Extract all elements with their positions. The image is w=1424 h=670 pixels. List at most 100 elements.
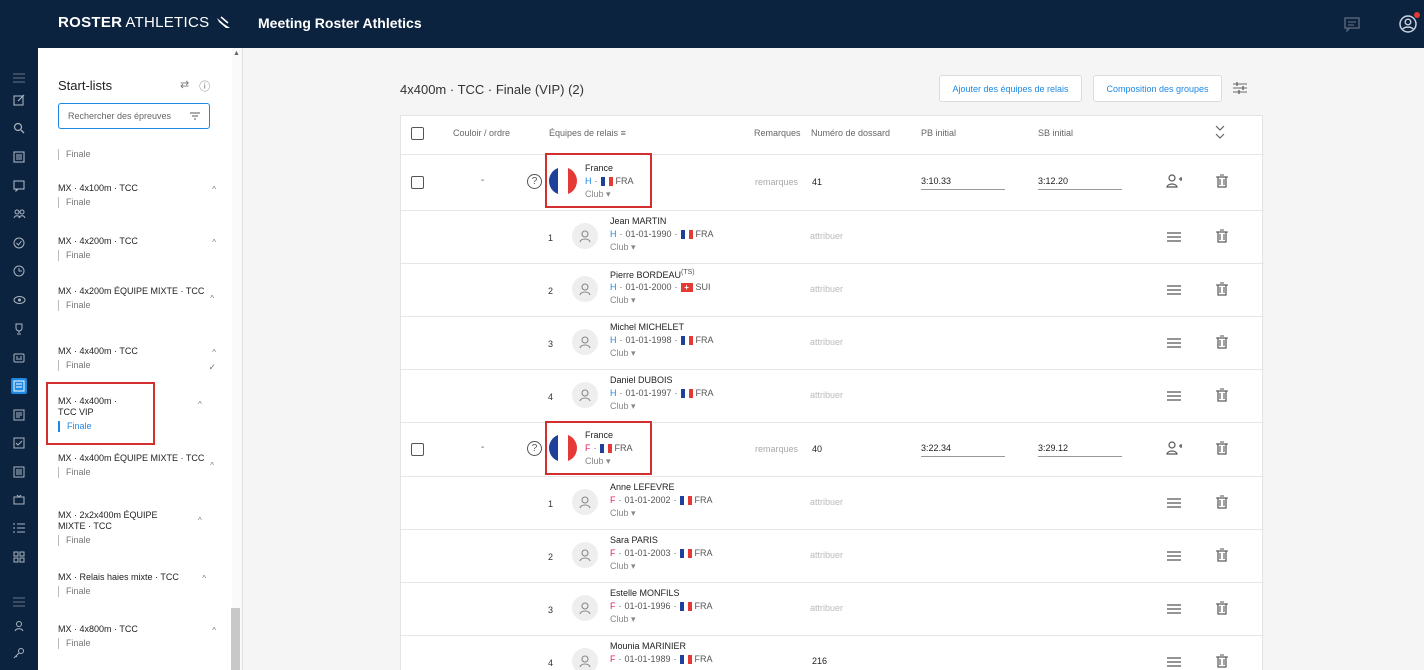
group-composition-button[interactable]: Composition des groupes xyxy=(1093,75,1222,102)
app-logo[interactable]: ROSTER ATHLETICS xyxy=(58,14,232,31)
menu-icon[interactable] xyxy=(11,70,27,86)
event-item[interactable]: MX · 4x400m ÉQUIPE MIXTE · TCC Finale ^ xyxy=(58,453,214,478)
delete-icon[interactable] xyxy=(1214,547,1230,563)
pb-input[interactable]: 3:10.33 xyxy=(921,176,1005,190)
athlete-name[interactable]: Pierre BORDEAU(TS) xyxy=(610,269,695,280)
club-dropdown[interactable]: Club ▾ xyxy=(610,242,636,253)
athlete-name[interactable]: Anne LEFEVRE xyxy=(610,482,675,492)
pb-input[interactable]: 3:22.34 xyxy=(921,443,1005,457)
assign-bib-input[interactable]: attribuer xyxy=(810,337,843,347)
athlete-order[interactable]: 3 xyxy=(548,605,553,615)
delete-icon[interactable] xyxy=(1214,334,1230,350)
club-dropdown[interactable]: Club ▾ xyxy=(610,295,636,306)
event-item[interactable]: MX · 4x400m · TCC Finale ^ ✓ xyxy=(58,346,218,372)
athlete-order[interactable]: 4 xyxy=(548,658,553,668)
chevron-up-icon[interactable]: ^ xyxy=(210,461,214,470)
drag-handle-icon[interactable] xyxy=(1166,601,1182,617)
team-checkbox[interactable] xyxy=(411,176,424,189)
chevron-up-icon[interactable]: ^ xyxy=(210,294,214,303)
club-dropdown[interactable]: Club ▾ xyxy=(610,508,636,519)
event-round[interactable]: Finale xyxy=(58,197,218,208)
comment-icon[interactable] xyxy=(11,178,27,194)
athlete-order[interactable]: 2 xyxy=(548,552,553,562)
event-name[interactable]: MX · 4x200m ÉQUIPE MIXTE · TCC xyxy=(58,286,208,297)
delete-icon[interactable] xyxy=(1214,653,1230,669)
event-item[interactable]: MX · 4x200m · TCC Finale ^ xyxy=(58,236,218,261)
event-name[interactable]: MX · Relais haies mixte · TCC xyxy=(58,572,218,583)
event-round[interactable]: Finale xyxy=(58,535,178,546)
athlete-name[interactable]: Jean MARTIN xyxy=(610,216,666,226)
trophy-icon[interactable] xyxy=(11,321,27,337)
event-search-input[interactable]: Rechercher des épreuves xyxy=(58,103,210,129)
sb-input[interactable]: 3:12.20 xyxy=(1038,176,1122,190)
info-icon[interactable]: ⓘ xyxy=(199,78,210,94)
check-circle-icon[interactable] xyxy=(11,235,27,251)
account-icon[interactable] xyxy=(1396,12,1420,36)
athlete-name[interactable]: Estelle MONFILS xyxy=(610,588,680,598)
drag-handle-icon[interactable] xyxy=(1166,388,1182,404)
chevron-up-icon[interactable]: ^ xyxy=(212,348,216,357)
drag-handle-icon[interactable] xyxy=(1166,495,1182,511)
athlete-name[interactable]: Daniel DUBOIS xyxy=(610,375,673,385)
select-all-checkbox[interactable] xyxy=(411,127,424,140)
delete-icon[interactable] xyxy=(1214,228,1230,244)
bib-number[interactable]: 40 xyxy=(812,444,822,454)
lane-value[interactable]: - xyxy=(481,442,484,453)
event-item[interactable]: MX · 2x2x400m ÉQUIPE MIXTE · TCC Finale xyxy=(58,510,178,546)
athlete-order[interactable]: 3 xyxy=(548,339,553,349)
delete-icon[interactable] xyxy=(1214,281,1230,297)
swap-arrows-icon[interactable]: ⇄ xyxy=(180,78,189,94)
bib-number[interactable]: 41 xyxy=(812,177,822,187)
athlete-order[interactable]: 2 xyxy=(548,286,553,296)
users-icon[interactable] xyxy=(11,206,27,222)
club-dropdown[interactable]: Club ▾ xyxy=(610,348,636,359)
tv-icon[interactable] xyxy=(11,492,27,508)
event-name[interactable]: MX · 4x200m · TCC xyxy=(58,236,218,247)
event-name[interactable]: MX · 4x800m · TCC xyxy=(58,624,218,635)
tune-settings-icon[interactable] xyxy=(1232,80,1248,96)
bib-number[interactable]: 216 xyxy=(812,656,827,666)
drag-handle-icon[interactable] xyxy=(1166,654,1182,670)
sidebar-scroll-thumb[interactable] xyxy=(231,608,240,670)
drag-handle-icon[interactable] xyxy=(1166,229,1182,245)
checkbox-icon[interactable] xyxy=(11,435,27,451)
filter-icon[interactable] xyxy=(189,110,201,122)
startlist-icon[interactable] xyxy=(11,378,27,394)
remarks-input[interactable]: remarques xyxy=(755,444,798,454)
club-dropdown[interactable]: Club ▾ xyxy=(610,401,636,412)
assign-bib-input[interactable]: attribuer xyxy=(810,603,843,613)
event-name[interactable]: MX · 2x2x400m ÉQUIPE MIXTE · TCC xyxy=(58,510,178,532)
athlete-name[interactable]: Sara PARIS xyxy=(610,535,658,545)
event-name[interactable]: MX · 4x400m ÉQUIPE MIXTE · TCC xyxy=(58,453,208,464)
list-icon[interactable] xyxy=(11,149,27,165)
assign-bib-input[interactable]: attribuer xyxy=(810,550,843,560)
event-item[interactable]: Finale xyxy=(58,146,218,160)
club-dropdown[interactable]: Club ▾ xyxy=(610,561,636,572)
assign-bib-input[interactable]: attribuer xyxy=(810,231,843,241)
key-icon[interactable] xyxy=(11,645,27,661)
event-round[interactable]: Finale xyxy=(58,638,218,649)
help-circle-icon[interactable]: ? xyxy=(527,174,542,189)
col-relay-teams[interactable]: Équipes de relais ≡ xyxy=(549,128,626,138)
person-icon[interactable] xyxy=(11,618,27,634)
chevron-up-icon[interactable]: ^ xyxy=(212,626,216,635)
event-name[interactable]: MX · 4x400m · TCC xyxy=(58,346,218,357)
filter-sort-icon[interactable]: ≡ xyxy=(621,128,626,138)
chevron-up-icon[interactable]: ^ xyxy=(212,238,216,247)
add-athlete-icon[interactable] xyxy=(1166,440,1182,456)
chevron-up-icon[interactable]: ^ xyxy=(198,400,240,409)
event-round[interactable]: Finale xyxy=(58,360,218,371)
club-dropdown[interactable]: Club ▾ xyxy=(610,614,636,625)
add-relay-teams-button[interactable]: Ajouter des équipes de relais xyxy=(939,75,1082,102)
edit-icon[interactable] xyxy=(11,92,27,108)
menu-lower-icon[interactable] xyxy=(11,594,27,610)
athlete-name[interactable]: Mounia MARINIER xyxy=(610,641,686,651)
eye-icon[interactable] xyxy=(11,292,27,308)
assign-bib-input[interactable]: attribuer xyxy=(810,390,843,400)
event-item[interactable]: MX · 4x800m · TCC Finale ^ xyxy=(58,624,218,649)
results-icon[interactable] xyxy=(11,464,27,480)
athlete-name[interactable]: Michel MICHELET xyxy=(610,322,684,332)
delete-icon[interactable] xyxy=(1214,387,1230,403)
sidebar-scrollbar[interactable] xyxy=(232,48,242,670)
event-round[interactable]: Finale xyxy=(58,300,208,311)
